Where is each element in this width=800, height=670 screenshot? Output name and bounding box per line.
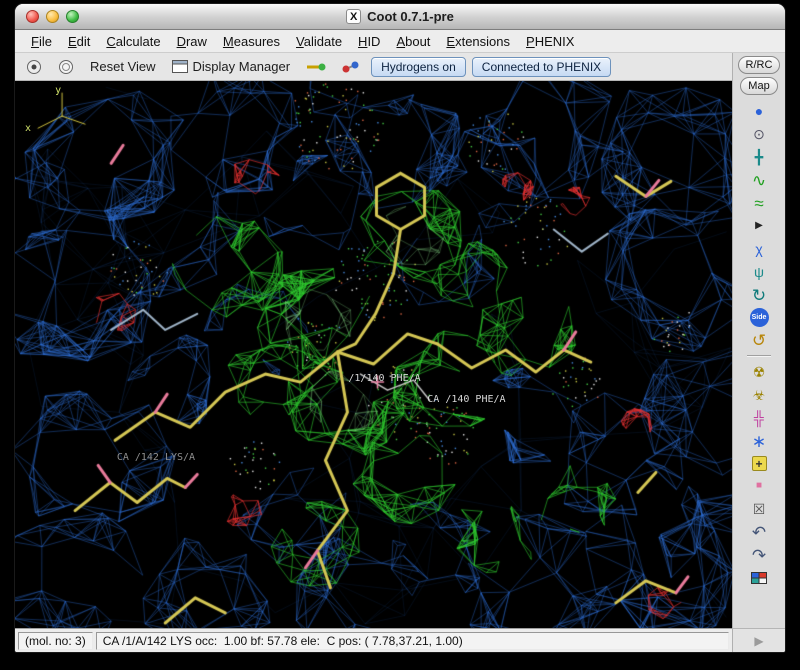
delete-item-icon[interactable]: ☒ xyxy=(746,498,772,520)
molecule-icon[interactable] xyxy=(337,58,365,76)
window-controls xyxy=(26,10,79,23)
simple-mutate-icon[interactable]: ☣ xyxy=(746,384,772,406)
menu-hid[interactable]: HID xyxy=(350,32,388,51)
window-title: X Coot 0.7.1-pre xyxy=(346,9,454,24)
regularize-zone-icon[interactable]: ⊙ xyxy=(746,123,772,145)
add-terminal-residue-icon[interactable]: ╬ xyxy=(746,407,772,429)
undo-icon[interactable]: ↶ xyxy=(746,521,772,543)
status-atom-info: CA /1/A/142 LYS occ: 1.00 bf: 57.78 ele:… xyxy=(96,632,729,650)
status-bar: (mol. no: 3) CA /1/A/142 LYS occ: 1.00 b… xyxy=(15,628,732,652)
main-toolbar: Reset View Display Manager Hydrogens on … xyxy=(15,53,732,81)
target-circle-icon[interactable] xyxy=(53,57,79,77)
window-title-text: Coot 0.7.1-pre xyxy=(367,9,454,24)
right-sidebar: R/RC Map ● ⊙ ╋ ∿ ≈ ▶ χ ψ ↻ Side ↺ ☢ ☣ ╬ … xyxy=(733,53,785,652)
map-button[interactable]: Map xyxy=(740,77,777,95)
menu-draw[interactable]: Draw xyxy=(169,32,215,51)
menu-edit[interactable]: Edit xyxy=(60,32,98,51)
toolbar-separator xyxy=(747,355,771,357)
flip-peptide-icon[interactable]: ↻ xyxy=(746,284,772,306)
run-refinement-icon[interactable] xyxy=(746,567,772,589)
mutate-autofit-icon[interactable]: ☢ xyxy=(746,361,772,383)
zoom-button[interactable] xyxy=(66,10,79,23)
clear-pending-picks-icon[interactable]: ■ xyxy=(746,475,772,497)
display-manager-label: Display Manager xyxy=(193,59,291,74)
density-canvas[interactable] xyxy=(15,81,732,628)
minimize-button[interactable] xyxy=(46,10,59,23)
display-manager-icon xyxy=(172,60,188,73)
menu-measures[interactable]: Measures xyxy=(215,32,288,51)
rotamers-icon[interactable]: ▶ xyxy=(746,215,772,237)
menu-file[interactable]: File xyxy=(23,32,60,51)
close-button[interactable] xyxy=(26,10,39,23)
add-alt-conf-icon[interactable]: ∗ xyxy=(746,430,772,452)
menu-bar: File Edit Calculate Draw Measures Valida… xyxy=(15,30,785,53)
modelling-toolbar: ● ⊙ ╋ ∿ ≈ ▶ χ ψ ↻ Side ↺ ☢ ☣ ╬ ∗ + ■ ☒ ↶ xyxy=(733,100,785,628)
hydrogens-toggle-button[interactable]: Hydrogens on xyxy=(371,57,466,77)
torsion-general-icon[interactable]: ψ xyxy=(746,261,772,283)
pointer-distance-icon[interactable] xyxy=(301,59,331,75)
redo-icon[interactable]: ↷ xyxy=(746,544,772,566)
display-manager-button[interactable]: Display Manager xyxy=(167,57,296,76)
rotate-translate-icon[interactable]: ∿ xyxy=(746,169,772,191)
menu-extensions[interactable]: Extensions xyxy=(438,32,518,51)
play-icon[interactable]: ▶ xyxy=(733,628,785,652)
status-mol-number: (mol. no: 3) xyxy=(18,632,93,650)
view-circle-icon[interactable] xyxy=(21,57,47,77)
coot-window: X Coot 0.7.1-pre File Edit Calculate Dra… xyxy=(15,4,785,652)
graphics-viewport: y x /1/140 PHE/A CA /140 PHE/A CA /142 L… xyxy=(15,81,732,628)
title-bar[interactable]: X Coot 0.7.1-pre xyxy=(15,4,785,30)
x11-icon: X xyxy=(346,9,361,24)
menu-phenix[interactable]: PHENIX xyxy=(518,32,582,51)
edit-chi-angles-icon[interactable]: χ xyxy=(746,238,772,260)
menu-validate[interactable]: Validate xyxy=(288,32,350,51)
place-atom-icon[interactable]: + xyxy=(752,456,767,471)
real-space-refine-icon[interactable]: ● xyxy=(746,100,772,122)
menu-calculate[interactable]: Calculate xyxy=(98,32,168,51)
side-chain-flip-icon[interactable]: Side xyxy=(750,308,769,327)
rigid-body-fit-icon[interactable]: ╋ xyxy=(746,146,772,168)
phenix-connection-button[interactable]: Connected to PHENIX xyxy=(472,57,611,77)
menu-about[interactable]: About xyxy=(388,32,438,51)
rrc-button[interactable]: R/RC xyxy=(738,56,781,74)
jed-flip-icon[interactable]: ↺ xyxy=(746,329,772,351)
reset-view-button[interactable]: Reset View xyxy=(85,57,161,76)
auto-fit-rotamer-icon[interactable]: ≈ xyxy=(746,192,772,214)
